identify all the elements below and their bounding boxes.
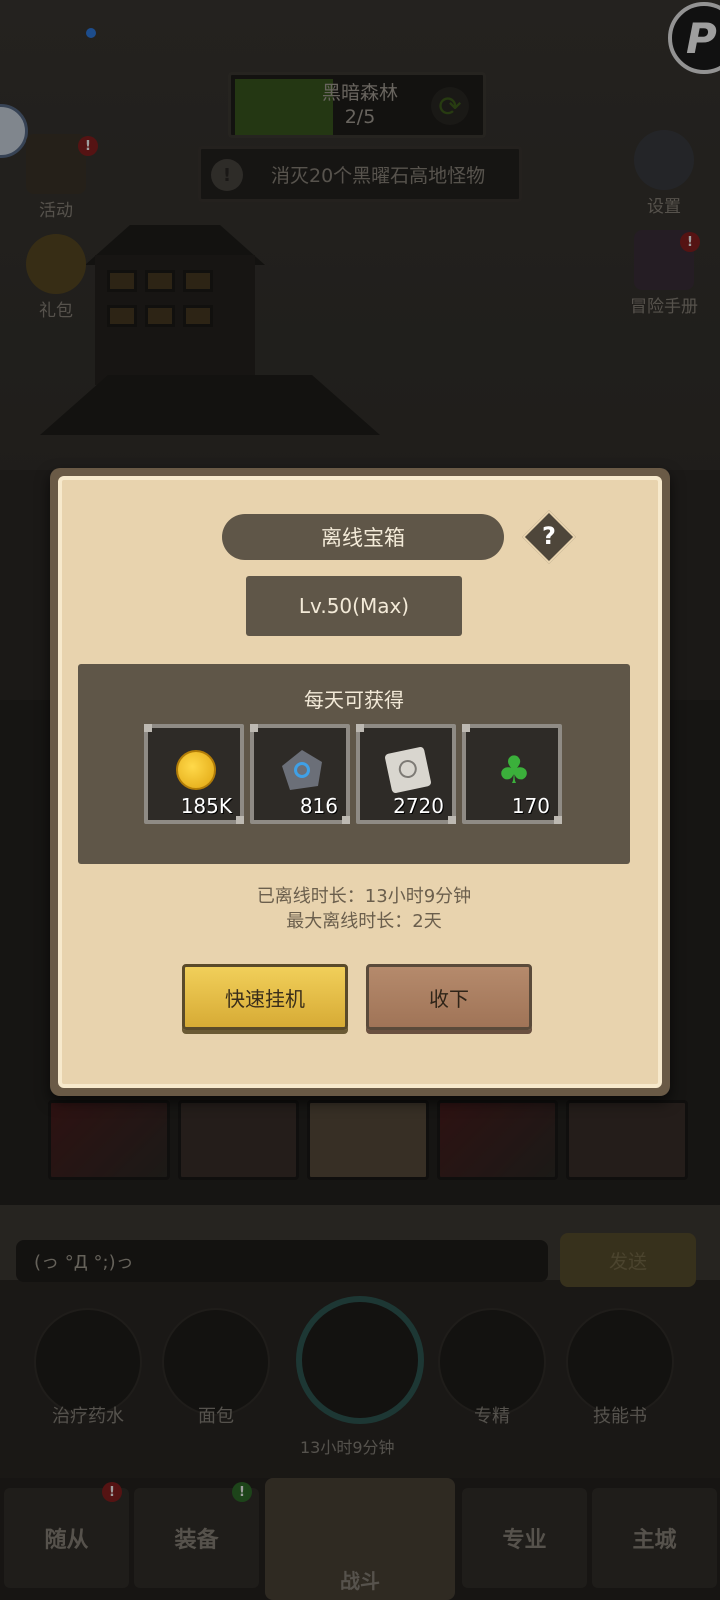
collect-button[interactable]: 收下 [366, 964, 532, 1030]
dialog-parchment: 离线宝箱 ? Lv.50(Max) 每天可获得 185K 816 2720 ♣ … [58, 476, 662, 1088]
chest-level: Lv.50(Max) [246, 576, 462, 636]
reward-amount: 170 [511, 794, 550, 818]
reward-amount: 185K [180, 794, 232, 818]
reward-amount: 2720 [393, 794, 444, 818]
clover-icon: ♣ [496, 748, 532, 792]
reward-slot[interactable]: 816 [250, 724, 350, 824]
dialog-title: 离线宝箱 [222, 514, 504, 560]
reward-slot[interactable]: 2720 [356, 724, 456, 824]
max-offline-duration: 最大离线时长：2天 [286, 911, 442, 932]
offline-info: 已离线时长：13小时9分钟 最大离线时长：2天 [62, 884, 666, 934]
reward-heading: 每天可获得 [304, 688, 404, 712]
offline-duration: 已离线时长：13小时9分钟 [256, 886, 472, 907]
help-icon[interactable]: ? [530, 516, 568, 556]
reward-list: 185K 816 2720 ♣ 170 [144, 724, 562, 824]
rune-stone-icon [282, 750, 322, 790]
quick-idle-button[interactable]: 快速挂机 [182, 964, 348, 1030]
daily-reward-panel: 每天可获得 185K 816 2720 ♣ 170 [78, 664, 630, 864]
reward-slot[interactable]: 185K [144, 724, 244, 824]
scroll-icon [384, 746, 432, 794]
reward-slot[interactable]: ♣ 170 [462, 724, 562, 824]
gold-coin-icon [176, 750, 216, 790]
reward-amount: 816 [299, 794, 338, 818]
offline-chest-dialog: 离线宝箱 ? Lv.50(Max) 每天可获得 185K 816 2720 ♣ … [50, 468, 670, 1096]
